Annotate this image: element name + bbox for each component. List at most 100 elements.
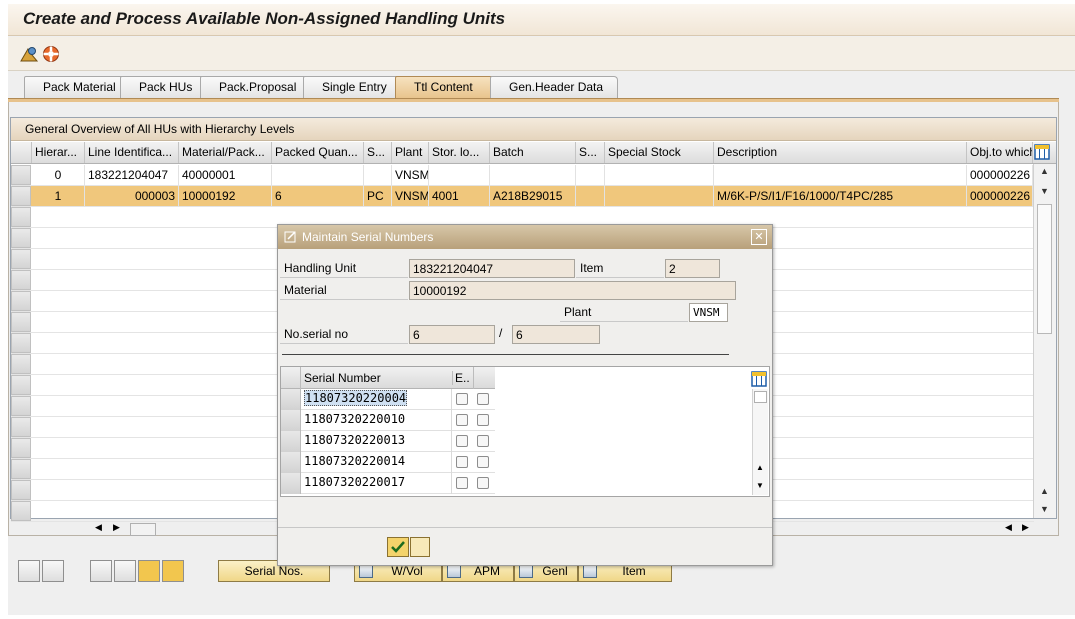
- col-serial-number[interactable]: Serial Number: [302, 371, 452, 385]
- item-field[interactable]: 2: [665, 259, 720, 278]
- help-lifebuoy-icon[interactable]: [42, 45, 60, 63]
- row-selector[interactable]: [11, 480, 31, 500]
- deselect-all-icon[interactable]: [42, 560, 64, 582]
- scroll-up-icon[interactable]: ▲: [756, 463, 764, 472]
- serial-row[interactable]: 11807320220013: [281, 431, 495, 452]
- row-checkbox[interactable]: [456, 456, 468, 468]
- row-selector[interactable]: [11, 186, 31, 206]
- serial-row[interactable]: 11807320220004: [281, 389, 495, 410]
- serial-number-cell[interactable]: 11807320220013: [302, 431, 452, 452]
- row-selector[interactable]: [281, 452, 301, 473]
- col-material[interactable]: Material/Pack...: [179, 142, 272, 163]
- tab-ttl-content[interactable]: Ttl Content: [395, 76, 495, 98]
- tab-pack-proposal[interactable]: Pack.Proposal: [200, 76, 308, 98]
- scroll-right-icon[interactable]: ▶: [1022, 522, 1029, 533]
- secondary-button[interactable]: [410, 537, 430, 557]
- row-selector[interactable]: [281, 389, 301, 410]
- row-selector[interactable]: [11, 375, 31, 395]
- row-selector[interactable]: [11, 249, 31, 269]
- row-selector[interactable]: [11, 165, 31, 185]
- unpack-icon[interactable]: [90, 560, 112, 582]
- scroll-up-icon[interactable]: ▲: [1040, 486, 1049, 496]
- scroll-up-icon[interactable]: ▲: [1040, 166, 1049, 176]
- serial-number-cell[interactable]: 11807320220010: [302, 410, 452, 431]
- tab-pack-material[interactable]: Pack Material: [24, 76, 126, 98]
- col-obj[interactable]: Obj.to which: [967, 142, 1033, 163]
- table-row[interactable]: 0 183221204047 40000001 VNSM 000000226: [11, 165, 1034, 186]
- tab-gen-header-data[interactable]: Gen.Header Data: [490, 76, 618, 98]
- row-selector[interactable]: [11, 501, 31, 521]
- row-checkbox[interactable]: [477, 393, 489, 405]
- row-selector[interactable]: [11, 312, 31, 332]
- serial-number-cell[interactable]: 11807320220017: [302, 473, 452, 494]
- serial-row[interactable]: 11807320220010: [281, 410, 495, 431]
- row-selector[interactable]: [11, 291, 31, 311]
- col-line-id[interactable]: Line Identifica...: [85, 142, 179, 163]
- row-selector[interactable]: [11, 270, 31, 290]
- layout-grid-icon[interactable]: [751, 371, 767, 387]
- overview-icon[interactable]: [20, 45, 38, 63]
- row-checkbox[interactable]: [456, 435, 468, 447]
- plant-field[interactable]: VNSM: [689, 303, 728, 322]
- row-selector[interactable]: [281, 431, 301, 452]
- col-stock-ind[interactable]: S...: [576, 142, 605, 163]
- col-description[interactable]: Description: [714, 142, 967, 163]
- delete-trash-icon[interactable]: [114, 560, 136, 582]
- row-checkbox[interactable]: [477, 414, 489, 426]
- handling-unit-field[interactable]: 183221204047: [409, 259, 575, 278]
- row-checkbox[interactable]: [456, 477, 468, 489]
- serial-number-cell[interactable]: 11807320220004: [302, 389, 452, 410]
- row-selector[interactable]: [11, 396, 31, 416]
- scroll-down-icon[interactable]: ▼: [756, 481, 764, 490]
- scroll-down-icon[interactable]: ▼: [1040, 186, 1049, 196]
- serial-row[interactable]: 11807320220017: [281, 473, 495, 494]
- select-all-icon[interactable]: [18, 560, 40, 582]
- confirm-button[interactable]: [387, 537, 409, 557]
- col-extra[interactable]: [473, 367, 494, 389]
- row-checkbox[interactable]: [456, 393, 468, 405]
- serial-table-scrollbar[interactable]: ▲ ▼: [752, 389, 768, 495]
- scroll-left-icon[interactable]: ◀: [95, 522, 102, 533]
- col-stor-loc[interactable]: Stor. lo...: [429, 142, 490, 163]
- col-uom[interactable]: S...: [364, 142, 392, 163]
- scroll-left-icon[interactable]: ◀: [1005, 522, 1012, 533]
- pack-box-open-icon[interactable]: [162, 560, 184, 582]
- row-selector[interactable]: [11, 228, 31, 248]
- row-selector[interactable]: [11, 438, 31, 458]
- scroll-down-icon[interactable]: ▼: [1040, 504, 1049, 514]
- scroll-thumb[interactable]: [754, 391, 767, 403]
- row-selector[interactable]: [11, 417, 31, 437]
- serial-row[interactable]: 11807320220014: [281, 452, 495, 473]
- row-selector[interactable]: [281, 410, 301, 431]
- table-row-selected[interactable]: 1 000003 10000192 6 PC VNSM 4001 A218B29…: [11, 186, 1034, 207]
- row-checkbox[interactable]: [477, 435, 489, 447]
- grid-vertical-scrollbar[interactable]: ▲ ▼ ▲ ▼: [1033, 164, 1056, 518]
- header-select-all[interactable]: [11, 142, 32, 163]
- row-checkbox[interactable]: [456, 414, 468, 426]
- col-special-stock[interactable]: Special Stock: [605, 142, 714, 163]
- row-selector[interactable]: [281, 473, 301, 494]
- header-select-all[interactable]: [281, 367, 301, 389]
- col-plant[interactable]: Plant: [392, 142, 429, 163]
- pack-box-icon[interactable]: [138, 560, 160, 582]
- col-e[interactable]: E..: [452, 371, 473, 385]
- hscroll-thumb[interactable]: [130, 523, 156, 536]
- row-checkbox[interactable]: [477, 456, 489, 468]
- col-hierarchy[interactable]: Hierar...: [32, 142, 85, 163]
- row-selector[interactable]: [11, 207, 31, 227]
- row-selector[interactable]: [11, 459, 31, 479]
- close-icon[interactable]: ✕: [751, 229, 767, 245]
- serial-number-cell[interactable]: 11807320220014: [302, 452, 452, 473]
- col-packed-qty[interactable]: Packed Quan...: [272, 142, 364, 163]
- layout-grid-icon[interactable]: [1034, 144, 1050, 160]
- no-serial-field[interactable]: 6: [409, 325, 495, 344]
- tab-single-entry[interactable]: Single Entry: [303, 76, 403, 98]
- row-selector[interactable]: [11, 333, 31, 353]
- row-selector[interactable]: [11, 354, 31, 374]
- col-batch[interactable]: Batch: [490, 142, 576, 163]
- row-checkbox[interactable]: [477, 477, 489, 489]
- scroll-right-icon[interactable]: ▶: [113, 522, 120, 533]
- material-field[interactable]: 10000192: [409, 281, 736, 300]
- scroll-thumb[interactable]: [1037, 204, 1052, 334]
- no-serial-total-field[interactable]: 6: [512, 325, 600, 344]
